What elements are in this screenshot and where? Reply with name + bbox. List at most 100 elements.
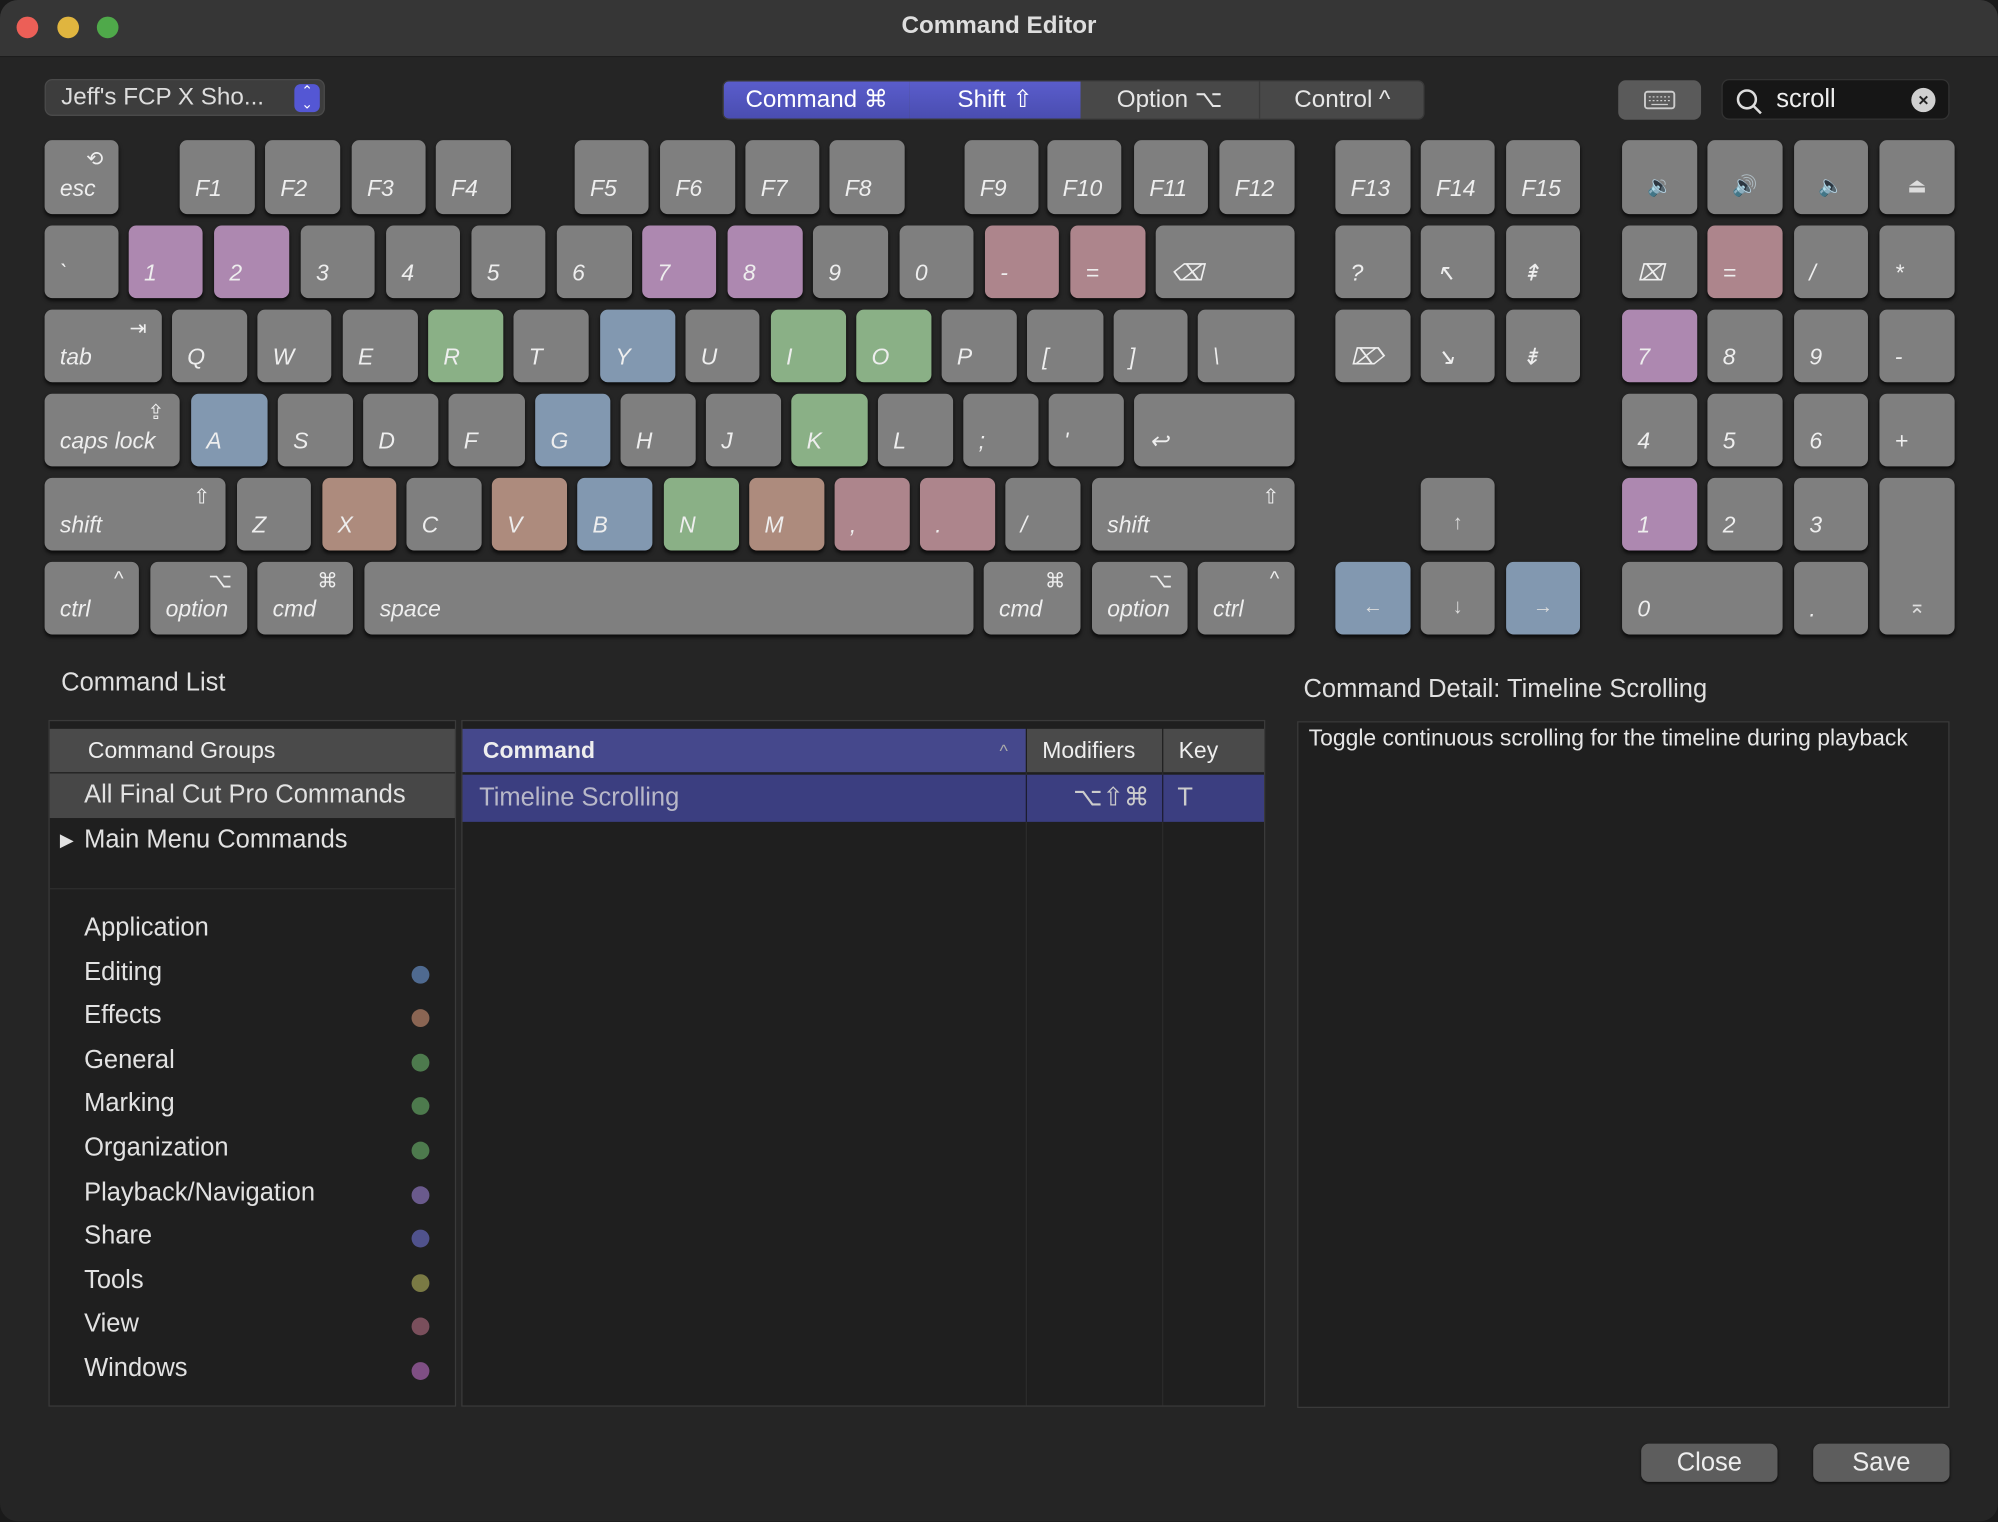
key[interactable]: ⇞ — [1506, 225, 1581, 299]
key[interactable]: ↩ — [1134, 393, 1295, 467]
key[interactable]: / — [1005, 477, 1081, 551]
key[interactable]: W — [257, 309, 332, 383]
clear-search-icon[interactable]: × — [1911, 87, 1936, 113]
key[interactable]: ' — [1048, 393, 1124, 467]
key[interactable]: F9 — [964, 140, 1039, 215]
key[interactable]: ctrl ^ — [1197, 561, 1295, 635]
disclosure-triangle-icon[interactable]: ▶ — [60, 818, 74, 863]
key[interactable]: F15 — [1506, 140, 1581, 215]
key[interactable]: 5 — [1707, 393, 1783, 467]
key[interactable]: - — [984, 225, 1059, 299]
key[interactable]: F — [448, 393, 525, 467]
group-all-commands[interactable]: All Final Cut Pro Commands — [49, 773, 455, 819]
column-header-key[interactable]: Key — [1163, 728, 1265, 773]
key[interactable]: ⌅ — [1879, 477, 1955, 635]
key[interactable]: 9 — [1794, 309, 1868, 383]
key[interactable]: ⌫ — [1155, 225, 1295, 299]
key[interactable]: F1 — [179, 140, 255, 215]
key[interactable]: 7 — [642, 225, 717, 299]
key[interactable]: 9 — [812, 225, 889, 299]
key[interactable]: F3 — [351, 140, 426, 215]
key[interactable]: [ — [1027, 309, 1104, 383]
key[interactable]: L — [877, 393, 954, 467]
key[interactable]: V — [491, 477, 568, 551]
key[interactable]: 7 — [1622, 309, 1698, 383]
key[interactable]: F8 — [829, 140, 905, 215]
key[interactable]: . — [1794, 561, 1868, 635]
key[interactable]: 0 — [899, 225, 974, 299]
close-button[interactable]: Close — [1641, 1443, 1778, 1482]
key[interactable]: cmd ⌘ — [983, 561, 1081, 635]
modifier-option[interactable]: Option ⌥ — [1081, 81, 1261, 119]
key[interactable]: space — [364, 561, 974, 635]
key[interactable]: G — [535, 393, 611, 467]
search-input[interactable]: scroll — [1776, 85, 1835, 114]
key[interactable]: ↖ — [1420, 225, 1495, 299]
group-item[interactable]: Windows — [50, 1347, 455, 1392]
key[interactable]: Y — [600, 309, 676, 383]
key[interactable]: F6 — [660, 140, 736, 215]
key[interactable]: 1 — [1622, 477, 1698, 551]
key[interactable]: F10 — [1047, 140, 1122, 215]
key[interactable]: F12 — [1219, 140, 1295, 215]
key[interactable]: Q — [172, 309, 248, 383]
key[interactable]: K — [791, 393, 868, 467]
key[interactable]: A — [191, 393, 268, 467]
key[interactable]: F5 — [574, 140, 649, 215]
key[interactable]: shift ⇧ — [1091, 477, 1295, 551]
key[interactable]: N — [663, 477, 740, 551]
key[interactable]: option ⌥ — [1091, 561, 1188, 635]
key[interactable]: F14 — [1420, 140, 1495, 215]
key[interactable]: D — [363, 393, 439, 467]
group-item[interactable]: Editing — [50, 950, 455, 995]
group-item[interactable]: Organization — [50, 1126, 455, 1171]
key[interactable]: F7 — [745, 140, 820, 215]
key[interactable]: ; — [963, 393, 1039, 467]
key[interactable]: esc ⟲ — [44, 140, 119, 215]
key[interactable]: 🔉 — [1622, 140, 1698, 215]
key[interactable]: T — [513, 309, 589, 383]
group-item[interactable]: Playback/Navigation — [50, 1170, 455, 1215]
key[interactable]: ⏏ — [1879, 140, 1955, 215]
key[interactable]: P — [941, 309, 1017, 383]
key[interactable]: = — [1070, 225, 1146, 299]
key[interactable]: 6 — [556, 225, 633, 299]
key[interactable]: H — [620, 393, 696, 467]
modifier-control[interactable]: Control ^ — [1259, 82, 1423, 119]
group-item[interactable]: General — [50, 1038, 455, 1083]
key[interactable]: ? — [1335, 225, 1411, 299]
key[interactable]: 8 — [1707, 309, 1783, 383]
key[interactable]: ↘ — [1420, 309, 1495, 383]
key[interactable]: 6 — [1794, 393, 1868, 467]
key[interactable]: 3 — [1794, 477, 1868, 551]
key[interactable]: 4 — [1622, 393, 1698, 467]
key[interactable]: = — [1707, 225, 1783, 299]
key[interactable]: caps lock ⇪ — [44, 393, 180, 467]
key[interactable]: ⇟ — [1506, 309, 1581, 383]
search-field[interactable]: scroll × — [1721, 79, 1950, 120]
group-item[interactable]: Effects — [50, 994, 455, 1039]
key[interactable]: . — [919, 477, 996, 551]
key[interactable]: F4 — [435, 140, 511, 215]
key[interactable]: C — [406, 477, 482, 551]
key[interactable]: F11 — [1134, 140, 1208, 215]
key[interactable]: \ — [1197, 309, 1295, 383]
key[interactable]: 2 — [1707, 477, 1783, 551]
key[interactable]: ⌦ — [1335, 309, 1411, 383]
preset-popup[interactable]: Jeff's FCP X Sho... ⌃ ⌄ — [44, 79, 325, 116]
key[interactable]: 5 — [471, 225, 546, 299]
group-item[interactable]: Tools — [50, 1259, 455, 1304]
key[interactable]: option ⌥ — [150, 561, 248, 635]
key[interactable]: Z — [237, 477, 311, 551]
key[interactable]: + — [1879, 393, 1955, 467]
key[interactable]: 0 — [1622, 561, 1783, 635]
group-item[interactable]: Application — [50, 906, 455, 951]
key[interactable]: E — [342, 309, 418, 383]
group-item[interactable]: Share — [50, 1215, 455, 1260]
key[interactable]: 4 — [386, 225, 460, 299]
group-item[interactable]: Marking — [50, 1082, 455, 1127]
key[interactable]: - — [1879, 309, 1955, 383]
key[interactable]: ⌧ — [1622, 225, 1698, 299]
key[interactable]: → — [1506, 561, 1581, 635]
key[interactable]: * — [1879, 225, 1955, 299]
